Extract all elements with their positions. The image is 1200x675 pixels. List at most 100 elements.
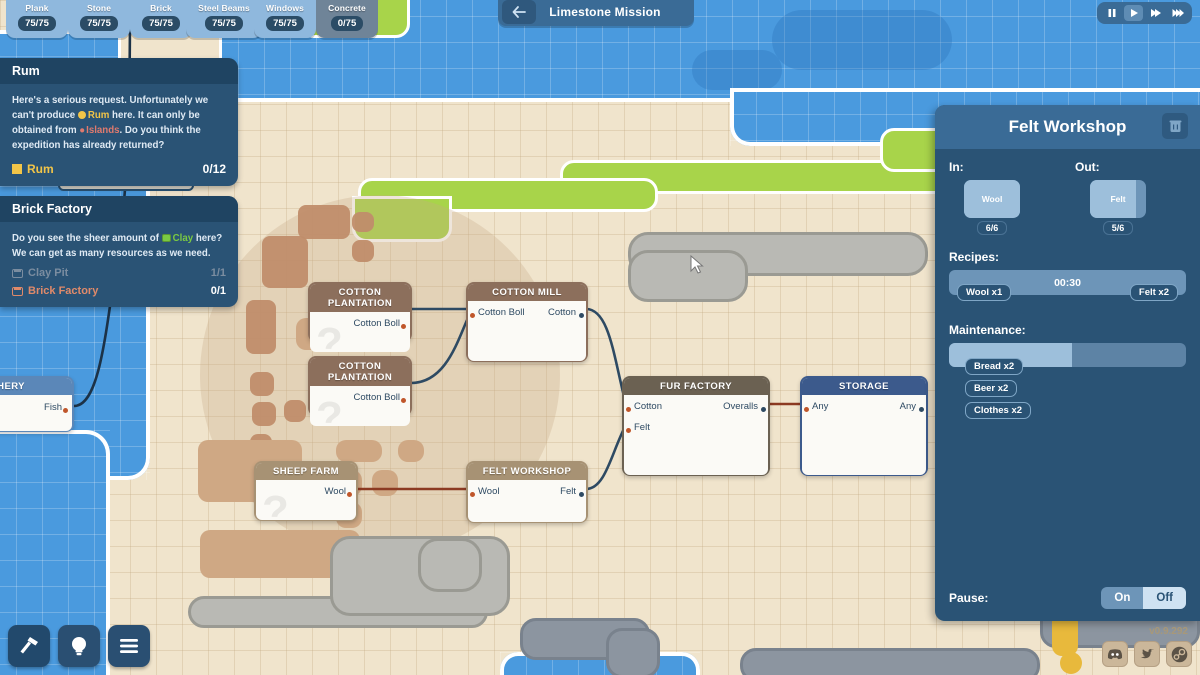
resource-count: 75/75 xyxy=(205,16,243,31)
recipe-input-tag: Wool x1 xyxy=(957,284,1012,301)
maintenance-item: Bread x2 xyxy=(965,358,1024,375)
resource-count: 75/75 xyxy=(80,16,118,31)
hints-tool-button[interactable] xyxy=(58,625,100,667)
unknown-icon: ? xyxy=(262,487,289,521)
clay-deposit xyxy=(284,400,306,422)
build-tool-button[interactable] xyxy=(8,625,50,667)
clay-deposit xyxy=(298,205,350,239)
node-output-port[interactable]: Fish xyxy=(44,402,62,413)
node-title: SHEEP FARM xyxy=(256,463,356,480)
node-output-port[interactable]: Cotton Boll xyxy=(354,392,400,403)
twitter-icon[interactable] xyxy=(1134,641,1160,667)
building-icon xyxy=(12,268,23,278)
node-input-port[interactable]: Felt xyxy=(634,422,650,433)
pause-toggle[interactable]: On Off xyxy=(1101,587,1186,609)
io-section: In: Out: Wool 6/6 Felt 5/6 Recipes: 00:3… xyxy=(935,149,1200,422)
clay-field xyxy=(336,440,382,462)
node-output-port[interactable]: Wool xyxy=(325,486,346,497)
steam-icon[interactable] xyxy=(1166,641,1192,667)
hammer-icon xyxy=(20,637,38,654)
clay-deposit xyxy=(262,236,308,288)
resource-count: 75/75 xyxy=(18,16,56,31)
stone-ridge xyxy=(606,628,660,675)
resource-name: Concrete xyxy=(328,3,366,13)
maintenance-label: Maintenance: xyxy=(949,323,1026,337)
node-input-port[interactable]: Wool xyxy=(478,486,499,497)
pause-on-button[interactable]: On xyxy=(1101,587,1143,609)
resource-tile-windows[interactable]: Windows 75/75 xyxy=(254,0,316,38)
maintenance-items: Bread x2 Beer x2 Clothes x2 xyxy=(965,356,1186,422)
inspector-header: Felt Workshop xyxy=(935,105,1200,149)
node-cotton-plantation-2[interactable]: COTTON PLANTATION ? Cotton Boll xyxy=(308,356,412,426)
node-output-port[interactable]: Overalls xyxy=(723,401,758,412)
pause-icon[interactable] xyxy=(1102,5,1121,21)
node-output-port[interactable]: Cotton Boll xyxy=(354,318,400,329)
clay-deposit xyxy=(250,372,274,396)
mission-title: Limestone Mission xyxy=(549,5,661,19)
resource-tile-steel-beams[interactable]: Steel Beams 75/75 xyxy=(186,0,262,38)
resource-name: Windows xyxy=(266,3,304,13)
version-label: v0.9.292 xyxy=(1149,626,1188,637)
stone-ridge xyxy=(740,648,1040,675)
building-inspector-panel[interactable]: Felt Workshop In: Out: Wool 6/6 Felt 5/6… xyxy=(935,105,1200,621)
output-slot-felt[interactable]: Felt 5/6 xyxy=(1075,180,1161,236)
social-links xyxy=(1102,641,1192,667)
gold-deposit xyxy=(1060,652,1082,674)
node-sheep-farm[interactable]: SHEEP FARM ? Wool xyxy=(254,461,358,521)
node-fur-factory[interactable]: FUR FACTORY Cotton Felt Overalls xyxy=(622,376,770,476)
out-label: Out: xyxy=(1075,160,1100,174)
resource-count: 75/75 xyxy=(266,16,304,31)
resource-tile-concrete[interactable]: Concrete 0/75 xyxy=(316,0,378,38)
slot-name: Felt xyxy=(1110,194,1126,204)
node-input-port[interactable]: Cotton xyxy=(634,401,662,412)
mission-panel-brick-factory[interactable]: Brick Factory Do you see the sheer amoun… xyxy=(0,196,238,308)
goal-label: Clay Pit xyxy=(28,267,69,280)
node-title: STORAGE xyxy=(802,378,926,395)
resource-tile-plank[interactable]: Plank 75/75 xyxy=(6,0,68,38)
goal-value: 1/1 xyxy=(210,267,226,280)
resource-tile-brick[interactable]: Brick 75/75 xyxy=(130,0,192,38)
clay-token: Clay xyxy=(172,233,194,244)
pause-label: Pause: xyxy=(949,591,989,605)
slot-name: Wool xyxy=(981,194,1003,204)
pause-off-button[interactable]: Off xyxy=(1143,587,1186,609)
resource-count: 0/75 xyxy=(330,16,364,31)
node-cotton-mill[interactable]: COTTON MILL Cotton Boll Cotton xyxy=(466,282,588,362)
node-fishery[interactable]: FISHERY Fish xyxy=(0,376,74,432)
goal-label: Brick Factory xyxy=(28,285,99,298)
trash-icon[interactable] xyxy=(1162,113,1188,139)
node-input-port[interactable]: Cotton Boll xyxy=(478,307,524,318)
resource-tile-stone[interactable]: Stone 75/75 xyxy=(68,0,130,38)
node-output-port[interactable]: Cotton xyxy=(548,307,576,318)
pause-row: Pause: On Off xyxy=(935,587,1200,609)
desc-part: Do you see the sheer amount of xyxy=(12,233,162,244)
play-icon[interactable] xyxy=(1124,5,1143,21)
mouse-cursor xyxy=(690,255,704,274)
node-input-port[interactable]: Any xyxy=(812,401,828,412)
resource-count: 75/75 xyxy=(142,16,180,31)
unknown-icon: ? xyxy=(316,319,343,353)
input-slot-wool[interactable]: Wool 6/6 xyxy=(949,180,1035,236)
mission-panel-rum[interactable]: Rum Here's a serious request. Unfortunat… xyxy=(0,58,238,187)
fast-forward-icon[interactable] xyxy=(1146,5,1165,21)
node-storage[interactable]: STORAGE Any Any xyxy=(800,376,928,476)
goal-label: Rum xyxy=(27,162,54,177)
node-felt-workshop[interactable]: FELT WORKSHOP Wool Felt xyxy=(466,461,588,523)
menu-icon xyxy=(120,639,138,653)
mission-goal-row: Clay Pit 1/1 xyxy=(12,267,226,279)
building-icon xyxy=(12,286,23,296)
resource-name: Steel Beams xyxy=(198,3,250,13)
node-output-port[interactable]: Felt xyxy=(560,486,576,497)
menu-button[interactable] xyxy=(108,625,150,667)
node-cotton-plantation-1[interactable]: COTTON PLANTATION ? Cotton Boll xyxy=(308,282,412,352)
clay-deposit xyxy=(352,212,374,232)
rum-icon xyxy=(12,164,22,175)
node-title: COTTON PLANTATION xyxy=(310,358,410,386)
back-arrow-icon[interactable] xyxy=(502,0,536,24)
fastest-icon[interactable] xyxy=(1168,5,1187,21)
resource-name: Plank xyxy=(25,3,49,13)
node-output-port[interactable]: Any xyxy=(900,401,916,412)
bottom-toolbar xyxy=(8,625,150,667)
discord-icon[interactable] xyxy=(1102,641,1128,667)
panel-title: Rum xyxy=(0,58,238,84)
